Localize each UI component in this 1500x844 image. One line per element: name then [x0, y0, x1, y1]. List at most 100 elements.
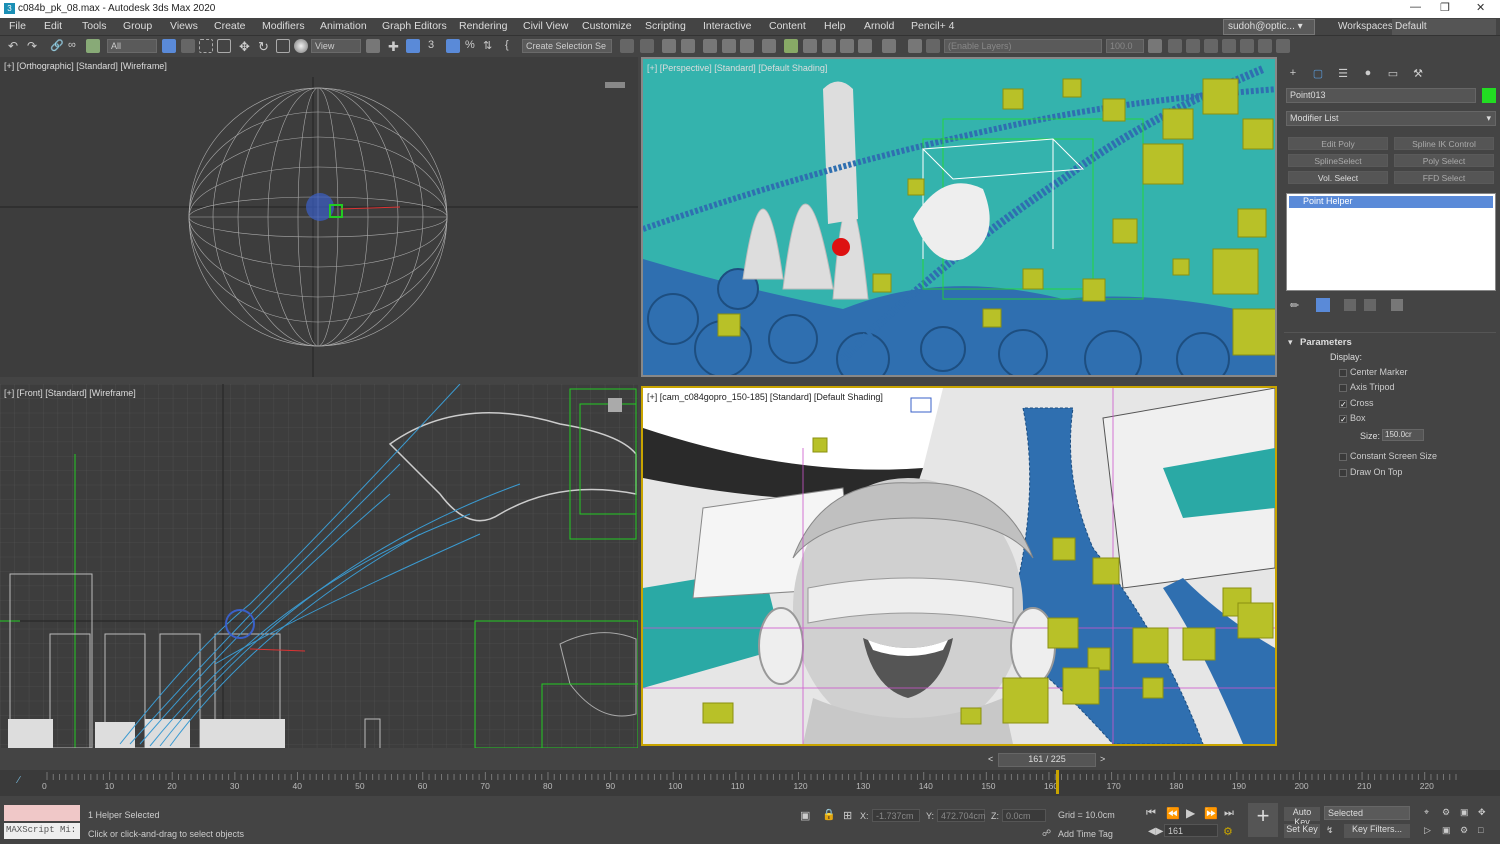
render-setup-icon[interactable] — [784, 39, 798, 53]
isolate-selection-icon[interactable]: ▣ — [800, 809, 810, 822]
viewport-front[interactable]: [+] [Front] [Standard] [Wireframe] — [0, 384, 638, 748]
modify-tab-icon[interactable]: ▢ — [1311, 67, 1325, 80]
menu-tools[interactable]: Tools — [82, 20, 107, 32]
placement-icon[interactable] — [294, 39, 308, 53]
show-end-result-icon[interactable] — [1316, 298, 1330, 312]
go-to-end-icon[interactable]: ⏭ — [1224, 807, 1234, 820]
hierarchy-tab-icon[interactable]: ☰ — [1336, 67, 1350, 80]
layer-explorer-icon[interactable] — [681, 39, 695, 53]
minimize-icon[interactable]: — — [1410, 1, 1421, 13]
pan-icon[interactable]: ✥ — [1478, 807, 1486, 818]
rollout-title[interactable]: Parameters — [1300, 337, 1352, 348]
pivot-icon[interactable] — [366, 39, 380, 53]
poly-select-button[interactable]: Poly Select — [1394, 154, 1494, 167]
stack-icon[interactable] — [1148, 39, 1162, 53]
maxscript-listener[interactable] — [4, 805, 80, 821]
rect-selection-icon[interactable] — [199, 39, 213, 53]
material-editor-icon[interactable] — [762, 39, 776, 53]
time-config-icon[interactable]: ⚙ — [1223, 825, 1233, 838]
viewport-label-perspective[interactable]: [+] [Perspective] [Standard] [Default Sh… — [647, 63, 827, 73]
stack-item-point-helper[interactable]: Point Helper — [1289, 196, 1493, 208]
viewport-label-orthographic[interactable]: [+] [Orthographic] [Standard] [Wireframe… — [4, 61, 167, 71]
modifier-list-dropdown[interactable]: Modifier List ▾ — [1286, 111, 1496, 126]
object-color-swatch[interactable] — [1482, 88, 1496, 103]
scene-explorer-icon[interactable] — [662, 39, 676, 53]
menu-modifiers[interactable]: Modifiers — [262, 20, 305, 32]
walk-icon[interactable]: ⚙ — [1460, 825, 1468, 836]
curve-editor-icon[interactable] — [722, 39, 736, 53]
key-mode-icon[interactable]: ◀▶ — [1148, 826, 1163, 837]
y-coord-field[interactable]: 472.704cm — [937, 809, 986, 822]
vol-select-button[interactable]: Vol. Select — [1288, 171, 1388, 184]
rotate-icon[interactable]: ↻ — [258, 39, 272, 54]
redo-icon[interactable]: ↷ — [27, 39, 41, 53]
menu-create[interactable]: Create — [214, 20, 246, 32]
lock-icon[interactable]: 🔒 — [822, 808, 836, 821]
absolute-mode-icon[interactable]: ⊞ — [843, 809, 852, 822]
render-active-icon[interactable] — [858, 39, 872, 53]
viewport-orthographic[interactable]: [+] [Orthographic] [Standard] [Wireframe… — [0, 57, 638, 377]
menu-rendering[interactable]: Rendering — [459, 20, 507, 32]
named-selection-dropdown[interactable]: Create Selection Se — [522, 39, 612, 53]
zoom-icon[interactable]: ⌖ — [1424, 807, 1429, 818]
menu-file[interactable]: File — [9, 20, 26, 32]
play-icon[interactable]: ▶ — [1186, 806, 1195, 820]
x-coord-field[interactable]: -1.737cm — [872, 809, 920, 822]
keyboard-shortcut-icon[interactable] — [406, 39, 420, 53]
current-frame-field[interactable]: 161 — [1164, 824, 1218, 837]
tool-icon-e[interactable] — [1240, 39, 1254, 53]
go-to-start-icon[interactable]: ⏮ — [1146, 807, 1156, 820]
percent-field[interactable]: 100.0 — [1106, 39, 1144, 53]
menu-interactive[interactable]: Interactive — [703, 20, 751, 32]
set-key-button[interactable]: Set Key — [1284, 824, 1320, 838]
utilities-tab-icon[interactable]: ⚒ — [1411, 67, 1425, 80]
current-frame-marker[interactable] — [1056, 770, 1059, 794]
menu-pencil[interactable]: Pencil+ 4 — [911, 20, 955, 32]
spinner-snap-icon[interactable]: ⇅ — [483, 39, 497, 53]
set-key-big-icon[interactable]: + — [1248, 803, 1278, 837]
menu-graph-editors[interactable]: Graph Editors — [382, 20, 447, 32]
maxscript-mini-listener[interactable]: MAXScript Mi: — [4, 823, 80, 839]
move-icon[interactable]: ✥ — [239, 39, 253, 54]
box-checkbox[interactable]: ✓ Box — [1339, 413, 1366, 423]
object-name-field[interactable]: Point013 — [1286, 88, 1476, 103]
menu-group[interactable]: Group — [123, 20, 152, 32]
zoom-all-icon[interactable]: ⚙ — [1442, 807, 1450, 818]
arnold-icon[interactable] — [882, 39, 896, 53]
menu-civil-view[interactable]: Civil View — [523, 20, 568, 32]
ffd-select-button[interactable]: FFD Select — [1394, 171, 1494, 184]
align-icon[interactable] — [640, 39, 654, 53]
link-icon[interactable]: 🔗 — [50, 39, 64, 53]
menu-arnold[interactable]: Arnold — [864, 20, 894, 32]
key-mode-dropdown[interactable]: Selected — [1324, 806, 1410, 820]
scale-icon[interactable] — [276, 39, 290, 53]
menu-edit[interactable]: Edit — [44, 20, 62, 32]
prev-key-icon[interactable]: ⏪ — [1166, 807, 1180, 820]
maximize-viewport-icon[interactable]: □ — [1478, 825, 1483, 835]
display-tab-icon[interactable]: ▭ — [1386, 67, 1400, 80]
mirror-icon[interactable] — [620, 39, 634, 53]
tool-icon-c[interactable] — [1204, 39, 1218, 53]
menu-customize[interactable]: Customize — [582, 20, 632, 32]
draw-on-top-checkbox[interactable]: Draw On Top — [1339, 467, 1402, 477]
rendered-frame-icon[interactable] — [803, 39, 817, 53]
rollout-collapse-icon[interactable]: ▾ — [1288, 337, 1293, 348]
undo-icon[interactable]: ↶ — [8, 39, 22, 53]
layer-dropdown[interactable]: (Enable Layers) — [944, 39, 1102, 53]
axis-tripod-checkbox[interactable]: Axis Tripod — [1339, 382, 1395, 392]
make-unique-icon[interactable] — [1344, 299, 1356, 311]
percent-snap-icon[interactable]: % — [465, 39, 479, 53]
tool-icon-d[interactable] — [1222, 39, 1236, 53]
pin-stack-icon[interactable]: ✏ — [1290, 299, 1299, 312]
z-coord-field[interactable]: 0.0cm — [1002, 809, 1046, 822]
viewport-camera[interactable]: [+] [cam_c084gopro_150-185] [Standard] [… — [641, 386, 1277, 746]
selection-filter-dropdown[interactable]: All — [107, 39, 157, 53]
select-object-icon[interactable] — [162, 39, 176, 53]
workspace-dropdown[interactable]: Default — [1392, 19, 1496, 35]
zoom-extents-icon[interactable]: ▣ — [1460, 807, 1469, 818]
create-tab-icon[interactable]: + — [1286, 67, 1300, 79]
track-bar[interactable]: ∕ 0 10 20 30 40 50 60 70 80 90 100 110 120 130 140 150 1… — [0, 770, 1500, 796]
edit-poly-button[interactable]: Edit Poly — [1288, 137, 1388, 150]
layer-settings-icon[interactable] — [926, 39, 940, 53]
fov-icon[interactable]: ▷ — [1424, 825, 1431, 836]
